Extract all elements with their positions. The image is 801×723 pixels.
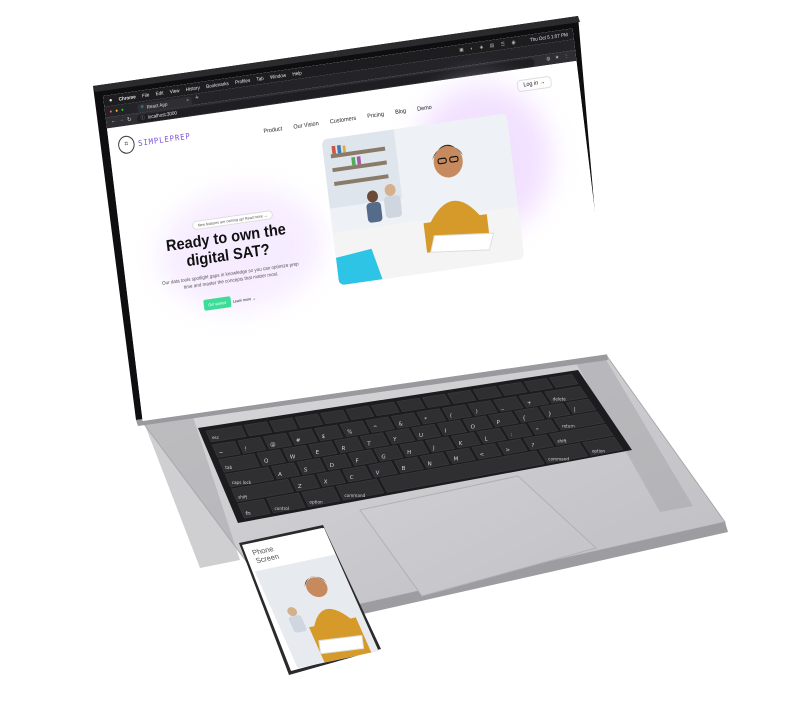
- nav-customers[interactable]: Customers: [330, 116, 357, 126]
- new-tab-button[interactable]: +: [195, 94, 200, 101]
- menu-help[interactable]: Help: [292, 70, 302, 77]
- login-button[interactable]: Log in →: [516, 75, 553, 93]
- menu-profiles[interactable]: Profiles: [235, 77, 251, 85]
- menu-edit[interactable]: Edit: [155, 90, 164, 97]
- menu-tab[interactable]: Tab: [256, 75, 264, 82]
- menu-file[interactable]: File: [142, 92, 150, 99]
- apple-icon[interactable]: ●: [109, 97, 113, 103]
- nav-blog[interactable]: Blog: [395, 109, 407, 116]
- menu-window[interactable]: Window: [270, 72, 287, 80]
- nav-pricing[interactable]: Pricing: [367, 112, 384, 120]
- menu-view[interactable]: View: [169, 88, 179, 95]
- laptop-screen: ● Chrome File Edit View History Bookmark…: [103, 28, 613, 422]
- phone: Phone Screen: [233, 523, 388, 678]
- extension-icons[interactable]: ◍ ★ ⋮: [546, 53, 571, 62]
- logo-text: SIMPLEPREP: [137, 131, 192, 148]
- nav-product[interactable]: Product: [263, 126, 282, 135]
- reload-icon[interactable]: ↻: [127, 116, 132, 124]
- phone-caption: Phone Screen: [250, 544, 281, 565]
- react-favicon-icon: ⚛: [139, 104, 145, 111]
- back-icon[interactable]: ←: [110, 118, 116, 125]
- logo-mark-icon: ⌗: [117, 134, 136, 155]
- camera: [334, 53, 337, 56]
- window-controls[interactable]: ● ● ●: [109, 107, 125, 115]
- site-logo[interactable]: ⌗ SIMPLEPREP: [117, 127, 192, 155]
- nav-demo[interactable]: Demo: [417, 105, 432, 113]
- tab-close-icon[interactable]: ×: [186, 98, 189, 104]
- laptop: esc ~! @ # $% ^ & *() _ + delete tab Q W E R T Y U I O P{} | ca…: [0, 0, 801, 723]
- menubar-app[interactable]: Chrome: [118, 94, 136, 102]
- info-icon[interactable]: ⓘ: [140, 114, 145, 122]
- student-illustration: [321, 113, 525, 286]
- hero-photo: [321, 113, 525, 286]
- nav-our-vision[interactable]: Our Vision: [293, 121, 319, 131]
- menu-history[interactable]: History: [185, 85, 200, 93]
- forward-icon[interactable]: →: [119, 117, 125, 124]
